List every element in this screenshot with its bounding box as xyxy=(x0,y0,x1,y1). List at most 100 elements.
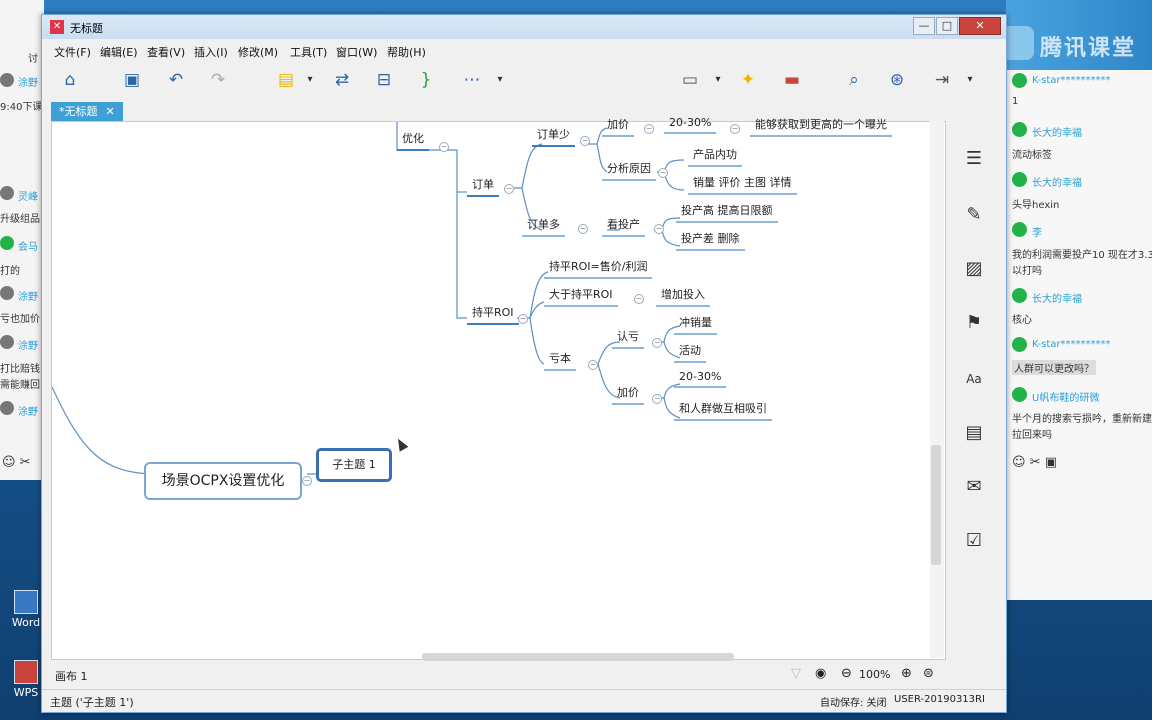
close-button[interactable]: ✕ xyxy=(959,17,1001,35)
autosave-status[interactable]: 自动保存: 关闭 xyxy=(820,694,887,709)
collapse-icon[interactable]: − xyxy=(578,224,588,234)
avatar xyxy=(0,236,14,250)
node-chanpin[interactable]: 产品内功 xyxy=(688,146,742,167)
topic-icon[interactable]: ▤ xyxy=(274,69,298,91)
node-touchangao[interactable]: 投产高 提高日限额 xyxy=(676,202,778,223)
node-fenxi[interactable]: 分析原因 xyxy=(602,160,656,181)
node-kantouchan[interactable]: 看投产 xyxy=(602,216,645,237)
node-chiping-formula[interactable]: 持平ROI=售价/利润 xyxy=(544,258,653,279)
outline-icon[interactable]: ☰ xyxy=(962,147,986,171)
node-dingdanduo[interactable]: 订单多 xyxy=(522,216,565,237)
node-huodong[interactable]: 活动 xyxy=(674,342,706,363)
chat-name: 涂野 xyxy=(18,407,38,418)
collapse-icon[interactable]: − xyxy=(658,168,668,178)
node-dayu[interactable]: 大于持平ROI xyxy=(544,286,618,307)
redo-icon[interactable]: ↷ xyxy=(206,69,230,91)
search-icon[interactable]: ⌕ xyxy=(842,69,866,91)
zoom-out-icon[interactable]: ⊖ xyxy=(841,666,852,681)
menu-help[interactable]: 帮助(H) xyxy=(387,44,426,60)
horizontal-scroll-thumb[interactable] xyxy=(422,653,734,661)
chevron-down-icon[interactable]: ▾ xyxy=(958,69,982,91)
collapse-icon[interactable]: − xyxy=(652,338,662,348)
node-jiajia2[interactable]: 加价 xyxy=(612,384,644,405)
zoom-in-icon[interactable]: ⊕ xyxy=(901,666,912,681)
chevron-down-icon[interactable]: ▾ xyxy=(298,69,322,91)
collapse-icon[interactable]: − xyxy=(504,184,514,194)
node-dingdan[interactable]: 订单 xyxy=(467,176,499,197)
minimize-button[interactable]: — xyxy=(913,17,935,35)
home-icon[interactable]: ⌂ xyxy=(58,69,82,91)
collapse-icon[interactable]: − xyxy=(439,142,449,152)
node-touchancha[interactable]: 投产差 删除 xyxy=(676,230,745,251)
node-youhua[interactable]: 优化 xyxy=(397,130,429,151)
vertical-scroll-thumb[interactable] xyxy=(931,445,941,565)
collapse-icon[interactable]: − xyxy=(654,224,664,234)
node-pct1[interactable]: 20-30% xyxy=(664,116,717,134)
node-dingdanshao[interactable]: 订单少 xyxy=(532,126,575,147)
relationship-icon[interactable]: ⇄ xyxy=(330,69,354,91)
chevron-down-icon[interactable]: ▾ xyxy=(706,69,730,91)
marker-flag-icon[interactable]: ⚑ xyxy=(962,311,986,335)
node-hurenqun[interactable]: 和人群做互相吸引 xyxy=(674,400,772,421)
menu-insert[interactable]: 插入(I) xyxy=(194,44,228,60)
chat-name: 灵峰 xyxy=(18,192,38,203)
node-zengjia[interactable]: 增加投入 xyxy=(656,286,710,307)
collapse-icon[interactable]: − xyxy=(302,476,312,486)
emoji-icon[interactable]: ☺ ✂ ▣ xyxy=(1012,455,1057,470)
task-icon[interactable]: ☑ xyxy=(962,529,986,553)
eye-icon[interactable]: ◉ xyxy=(815,666,826,681)
collapse-icon[interactable]: − xyxy=(580,136,590,146)
vertical-scrollbar[interactable] xyxy=(930,121,944,658)
idea-bulb-icon[interactable]: ✦ xyxy=(736,69,760,91)
avatar xyxy=(0,335,14,349)
node-xiaoliang[interactable]: 销量 评价 主图 详情 xyxy=(688,174,797,195)
collapse-icon[interactable]: − xyxy=(730,124,740,134)
desktop-icon-word[interactable]: Word xyxy=(8,590,44,629)
maximize-button[interactable]: □ xyxy=(936,17,958,35)
boundary-icon[interactable]: ⊟ xyxy=(372,69,396,91)
emoji-icon[interactable]: ☺ ✂ xyxy=(2,455,31,470)
save-icon[interactable]: ▣ xyxy=(120,69,144,91)
node-pct2[interactable]: 20-30% xyxy=(674,370,727,388)
filter-icon[interactable]: ▽ xyxy=(791,666,801,681)
close-icon[interactable]: ✕ xyxy=(106,105,115,118)
canvas-tab[interactable]: 画布 1 xyxy=(55,668,88,684)
gantt-icon[interactable]: ▬ xyxy=(780,69,804,91)
menu-tools[interactable]: 工具(T) xyxy=(290,44,327,60)
more-icon[interactable]: ⋯ xyxy=(460,69,484,91)
node-jiajia-note[interactable]: 能够获取到更高的一个曝光 xyxy=(750,116,892,137)
menu-modify[interactable]: 修改(M) xyxy=(238,44,278,60)
title-bar[interactable]: ✕ 无标题 — □ ✕ xyxy=(42,15,1006,39)
notes-icon[interactable]: ▤ xyxy=(962,421,986,445)
comment-icon[interactable]: ✉ xyxy=(962,475,986,499)
presentation-icon[interactable]: ▭ xyxy=(678,69,702,91)
node-chiping[interactable]: 持平ROI xyxy=(467,304,519,325)
node-jiajia[interactable]: 加价 xyxy=(602,116,634,137)
undo-icon[interactable]: ↶ xyxy=(164,69,188,91)
format-brush-icon[interactable]: ✎ xyxy=(962,203,986,227)
collapse-icon[interactable]: − xyxy=(634,294,644,304)
share-icon[interactable]: ⊛ xyxy=(885,69,909,91)
export-icon[interactable]: ⇥ xyxy=(930,69,954,91)
node-chongxiao[interactable]: 冲销量 xyxy=(674,314,717,335)
node-renkui[interactable]: 认亏 xyxy=(612,328,644,349)
menu-edit[interactable]: 编辑(E) xyxy=(100,44,138,60)
chevron-down-icon[interactable]: ▾ xyxy=(488,69,512,91)
tab-untitled[interactable]: *无标题 ✕ xyxy=(51,102,123,121)
collapse-icon[interactable]: − xyxy=(518,314,528,324)
root-topic[interactable]: 场景OCPX设置优化 xyxy=(144,462,302,500)
summary-icon[interactable]: } xyxy=(414,69,438,91)
collapse-icon[interactable]: − xyxy=(588,360,598,370)
node-kuiben[interactable]: 亏本 xyxy=(544,350,576,371)
fit-icon[interactable]: ⊜ xyxy=(923,666,934,681)
menu-file[interactable]: 文件(F) xyxy=(54,44,91,60)
desktop-icon-wps[interactable]: WPS xyxy=(8,660,44,699)
mindmap-canvas[interactable]: 优化 − 订单 − 订单少 − 加价 − 20-30% − 能够获取到更高的一个… xyxy=(51,116,946,660)
collapse-icon[interactable]: − xyxy=(644,124,654,134)
font-icon[interactable]: Aa xyxy=(962,367,986,391)
subtopic-selected[interactable]: 子主题 1 xyxy=(316,448,392,482)
menu-view[interactable]: 查看(V) xyxy=(147,44,185,60)
menu-window[interactable]: 窗口(W) xyxy=(336,44,377,60)
collapse-icon[interactable]: − xyxy=(652,394,662,404)
image-icon[interactable]: ▨ xyxy=(962,257,986,281)
